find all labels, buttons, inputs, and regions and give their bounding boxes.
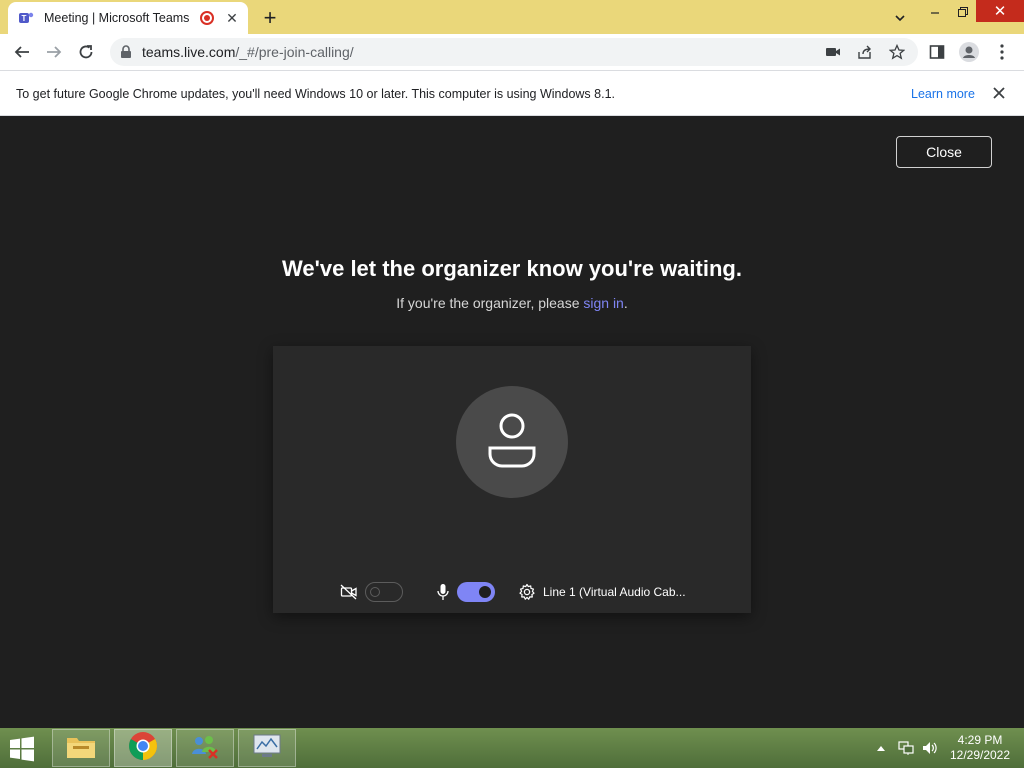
- camera-in-use-icon[interactable]: [824, 44, 842, 60]
- back-arrow-icon[interactable]: [10, 40, 34, 64]
- network-people-icon: [189, 732, 221, 765]
- share-icon[interactable]: [856, 44, 874, 60]
- camera-toggle[interactable]: [365, 582, 403, 602]
- browser-tab[interactable]: T Meeting | Microsoft Teams ✕: [8, 2, 248, 34]
- reload-icon[interactable]: [74, 40, 98, 64]
- lock-icon[interactable]: [120, 45, 132, 64]
- monitor-icon: [251, 732, 283, 765]
- video-preview: Line 1 (Virtual Audio Cab...: [273, 346, 751, 613]
- camera-off-icon: [339, 582, 359, 602]
- restore-icon[interactable]: [950, 0, 976, 24]
- gear-icon[interactable]: [517, 582, 537, 602]
- taskbar-chrome[interactable]: [114, 729, 172, 767]
- minimize-icon[interactable]: [920, 0, 950, 24]
- waiting-headline: We've let the organizer know you're wait…: [282, 256, 742, 281]
- recording-icon: [200, 11, 214, 25]
- more-menu-icon[interactable]: [992, 42, 1012, 62]
- learn-more-link[interactable]: Learn more: [911, 87, 975, 101]
- bookmark-star-icon[interactable]: [888, 44, 906, 60]
- clock-date: 12/29/2022: [949, 748, 1011, 762]
- person-icon: [486, 412, 538, 473]
- microphone-toggle[interactable]: [457, 582, 495, 602]
- address-bar[interactable]: teams.live.com/_#/pre-join-calling/: [110, 38, 918, 66]
- side-panel-icon[interactable]: [927, 42, 947, 62]
- device-controls: Line 1 (Virtual Audio Cab...: [339, 581, 686, 603]
- chrome-icon: [128, 731, 158, 766]
- avatar: [456, 386, 568, 498]
- url-path: /_#/pre-join-calling/: [235, 44, 354, 60]
- new-tab-button[interactable]: +: [258, 6, 282, 30]
- taskbar-file-explorer[interactable]: [52, 729, 110, 767]
- audio-device-selector[interactable]: Line 1 (Virtual Audio Cab...: [543, 585, 686, 599]
- svg-text:T: T: [22, 14, 27, 23]
- organizer-hint-prefix: If you're the organizer, please: [396, 295, 584, 311]
- clock-time: 4:29 PM: [957, 733, 1003, 747]
- windows-taskbar: 4:29 PM 12/29/2022: [0, 728, 1024, 768]
- update-infobar: To get future Google Chrome updates, you…: [0, 70, 1024, 116]
- volume-icon[interactable]: [920, 740, 940, 756]
- tab-search-icon[interactable]: [888, 6, 912, 30]
- tray-chevron-icon[interactable]: [874, 740, 888, 756]
- profile-avatar-icon[interactable]: [959, 42, 979, 62]
- url-host: teams.live.com: [142, 44, 236, 60]
- organizer-hint-suffix: .: [623, 295, 628, 311]
- tab-title: Meeting | Microsoft Teams: [44, 11, 190, 25]
- sign-in-link[interactable]: sign in: [583, 295, 623, 311]
- tab-close-icon[interactable]: ✕: [224, 10, 240, 26]
- close-button[interactable]: Close: [896, 136, 992, 168]
- camera-toggle-knob: [370, 587, 380, 597]
- window-close-icon[interactable]: ✕: [976, 0, 1024, 22]
- microphone-icon: [433, 582, 453, 602]
- windows-start-icon[interactable]: [8, 736, 40, 762]
- microphone-toggle-knob: [479, 586, 491, 598]
- browser-tab-strip: T Meeting | Microsoft Teams ✕ + ✕: [0, 0, 1024, 34]
- forward-arrow-icon[interactable]: [42, 40, 66, 64]
- taskbar-monitor-app[interactable]: [238, 729, 296, 767]
- browser-toolbar: teams.live.com/_#/pre-join-calling/: [0, 34, 1024, 70]
- folder-icon: [65, 732, 97, 765]
- url-text: teams.live.com/_#/pre-join-calling/: [142, 44, 354, 60]
- teams-icon: T: [18, 10, 34, 26]
- infobar-message: To get future Google Chrome updates, you…: [16, 87, 615, 101]
- organizer-hint: If you're the organizer, please sign in.: [0, 295, 1024, 311]
- infobar-close-icon[interactable]: [990, 84, 1008, 102]
- teams-prejoin-page: Close We've let the organizer know you'r…: [0, 116, 1024, 728]
- taskbar-network-app[interactable]: [176, 729, 234, 767]
- taskbar-clock[interactable]: 4:29 PM 12/29/2022: [945, 733, 1015, 763]
- network-icon[interactable]: [896, 740, 916, 756]
